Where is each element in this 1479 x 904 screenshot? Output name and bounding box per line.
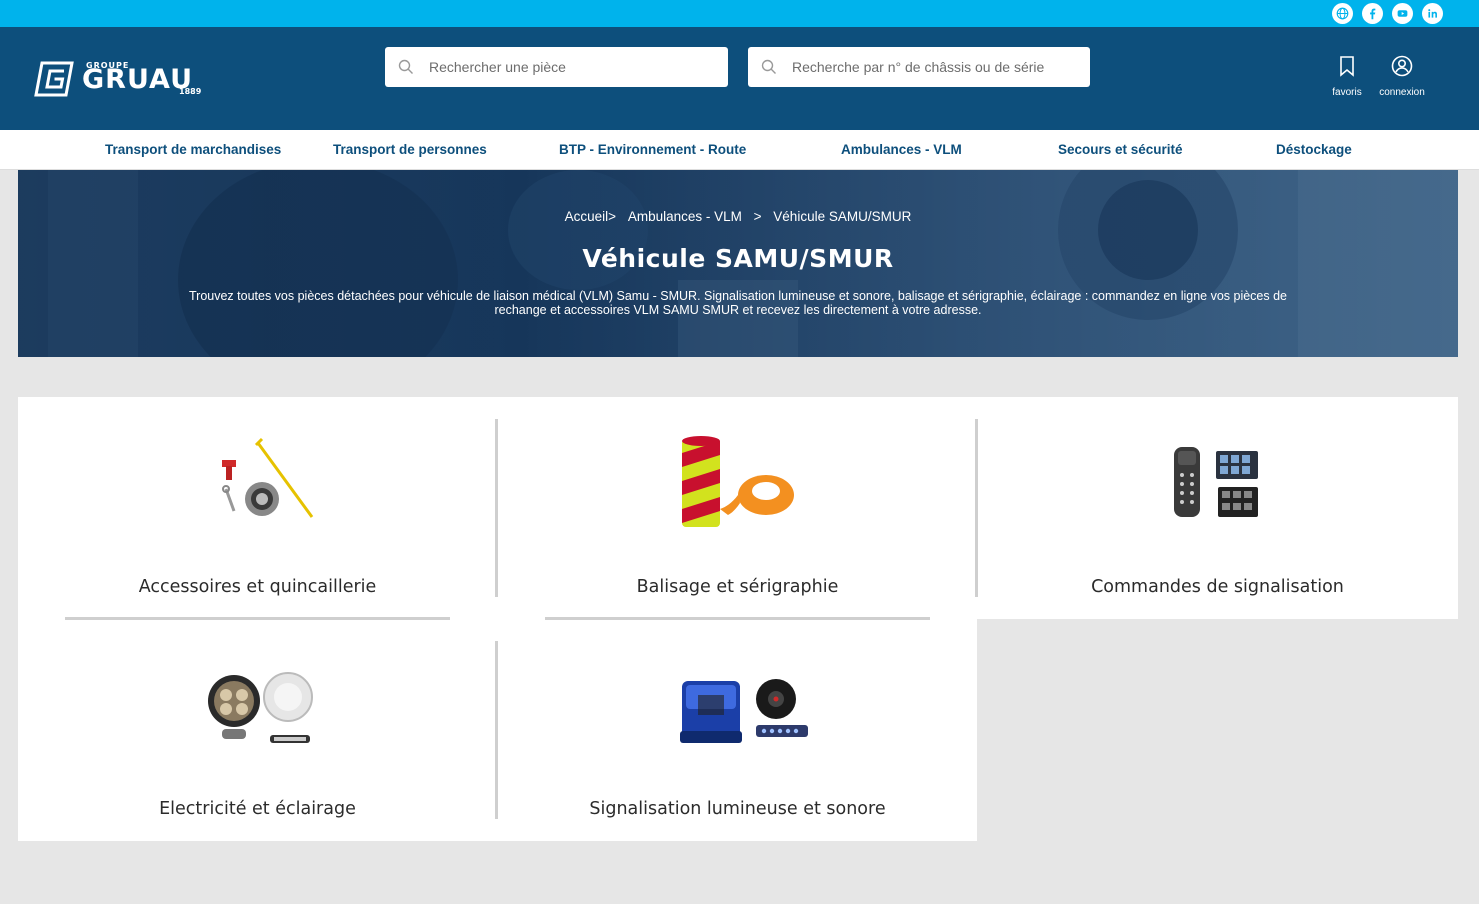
part-search-box xyxy=(385,47,728,87)
logo-name: GRUAU xyxy=(82,64,194,95)
bookmark-icon xyxy=(1340,56,1354,77)
breadcrumb-current: Véhicule SAMU/SMUR xyxy=(773,209,912,224)
gruau-logo[interactable]: GROUPE GRUAU 1889 xyxy=(34,59,214,99)
login-button[interactable]: connexion xyxy=(1372,55,1432,98)
globe-icon[interactable] xyxy=(1332,3,1353,24)
beacon-product-image xyxy=(680,679,808,743)
category-card-electricite[interactable]: Electricité et éclairage xyxy=(18,619,497,841)
page-title: Véhicule SAMU/SMUR xyxy=(582,244,894,273)
header: GROUPE GRUAU 1889 favoris connexion xyxy=(0,27,1479,130)
top-bar xyxy=(0,0,1479,27)
page-description: Trouvez toutes vos pièces détachées pour… xyxy=(188,289,1288,317)
linkedin-icon[interactable] xyxy=(1422,3,1443,24)
nav-destockage[interactable]: Déstockage xyxy=(1276,142,1352,157)
nav-btp[interactable]: BTP - Environnement - Route xyxy=(559,142,746,157)
search-icon xyxy=(761,59,776,74)
category-label: Electricité et éclairage xyxy=(159,799,356,819)
breadcrumb-separator: > xyxy=(753,209,762,224)
grid-divider xyxy=(65,617,450,620)
category-card-commandes[interactable]: Commandes de signalisation xyxy=(978,397,1457,619)
favorites-label: favoris xyxy=(1332,87,1362,98)
marking-product-image xyxy=(682,436,794,527)
favorites-button[interactable]: favoris xyxy=(1317,55,1377,98)
grid-divider xyxy=(545,617,930,620)
category-card-accessoires[interactable]: Accessoires et quincaillerie xyxy=(18,397,497,619)
accessories-product-image xyxy=(222,437,314,518)
grid-divider xyxy=(975,419,978,597)
category-label: Commandes de signalisation xyxy=(1091,577,1344,597)
user-icon xyxy=(1391,55,1413,77)
category-label: Signalisation lumineuse et sonore xyxy=(589,799,886,819)
nav-ambulances[interactable]: Ambulances - VLM xyxy=(841,142,962,157)
category-label: Accessoires et quincaillerie xyxy=(138,577,377,597)
breadcrumb: Accueil> Ambulances - VLM > Véhicule SAM… xyxy=(18,209,1458,224)
nav-transport-marchandises[interactable]: Transport de marchandises xyxy=(105,142,281,157)
category-label: Balisage et sérigraphie xyxy=(636,577,839,597)
category-card-balisage[interactable]: Balisage et sérigraphie xyxy=(498,397,977,619)
hero-banner: Accueil> Ambulances - VLM > Véhicule SAM… xyxy=(18,170,1458,357)
search-icon xyxy=(398,59,413,74)
grid-divider xyxy=(495,419,498,597)
logo-year: 1889 xyxy=(179,87,202,96)
chassis-search-input[interactable] xyxy=(792,57,1080,77)
logo-mark-icon xyxy=(34,61,74,97)
chassis-search-box xyxy=(748,47,1090,87)
main-nav: Transport de marchandises Transport de p… xyxy=(0,130,1479,170)
nav-secours[interactable]: Secours et sécurité xyxy=(1058,142,1183,157)
youtube-icon[interactable] xyxy=(1392,3,1413,24)
login-label: connexion xyxy=(1379,87,1425,98)
lighting-product-image xyxy=(208,672,313,743)
facebook-icon[interactable] xyxy=(1362,3,1383,24)
breadcrumb-category[interactable]: Ambulances - VLM xyxy=(628,209,742,224)
part-search-input[interactable] xyxy=(429,57,718,77)
nav-transport-personnes[interactable]: Transport de personnes xyxy=(333,142,487,157)
category-card-signalisation[interactable]: Signalisation lumineuse et sonore xyxy=(498,619,977,841)
control-panel-product-image xyxy=(1174,447,1258,517)
grid-divider xyxy=(495,641,498,819)
breadcrumb-home[interactable]: Accueil> xyxy=(565,209,616,224)
